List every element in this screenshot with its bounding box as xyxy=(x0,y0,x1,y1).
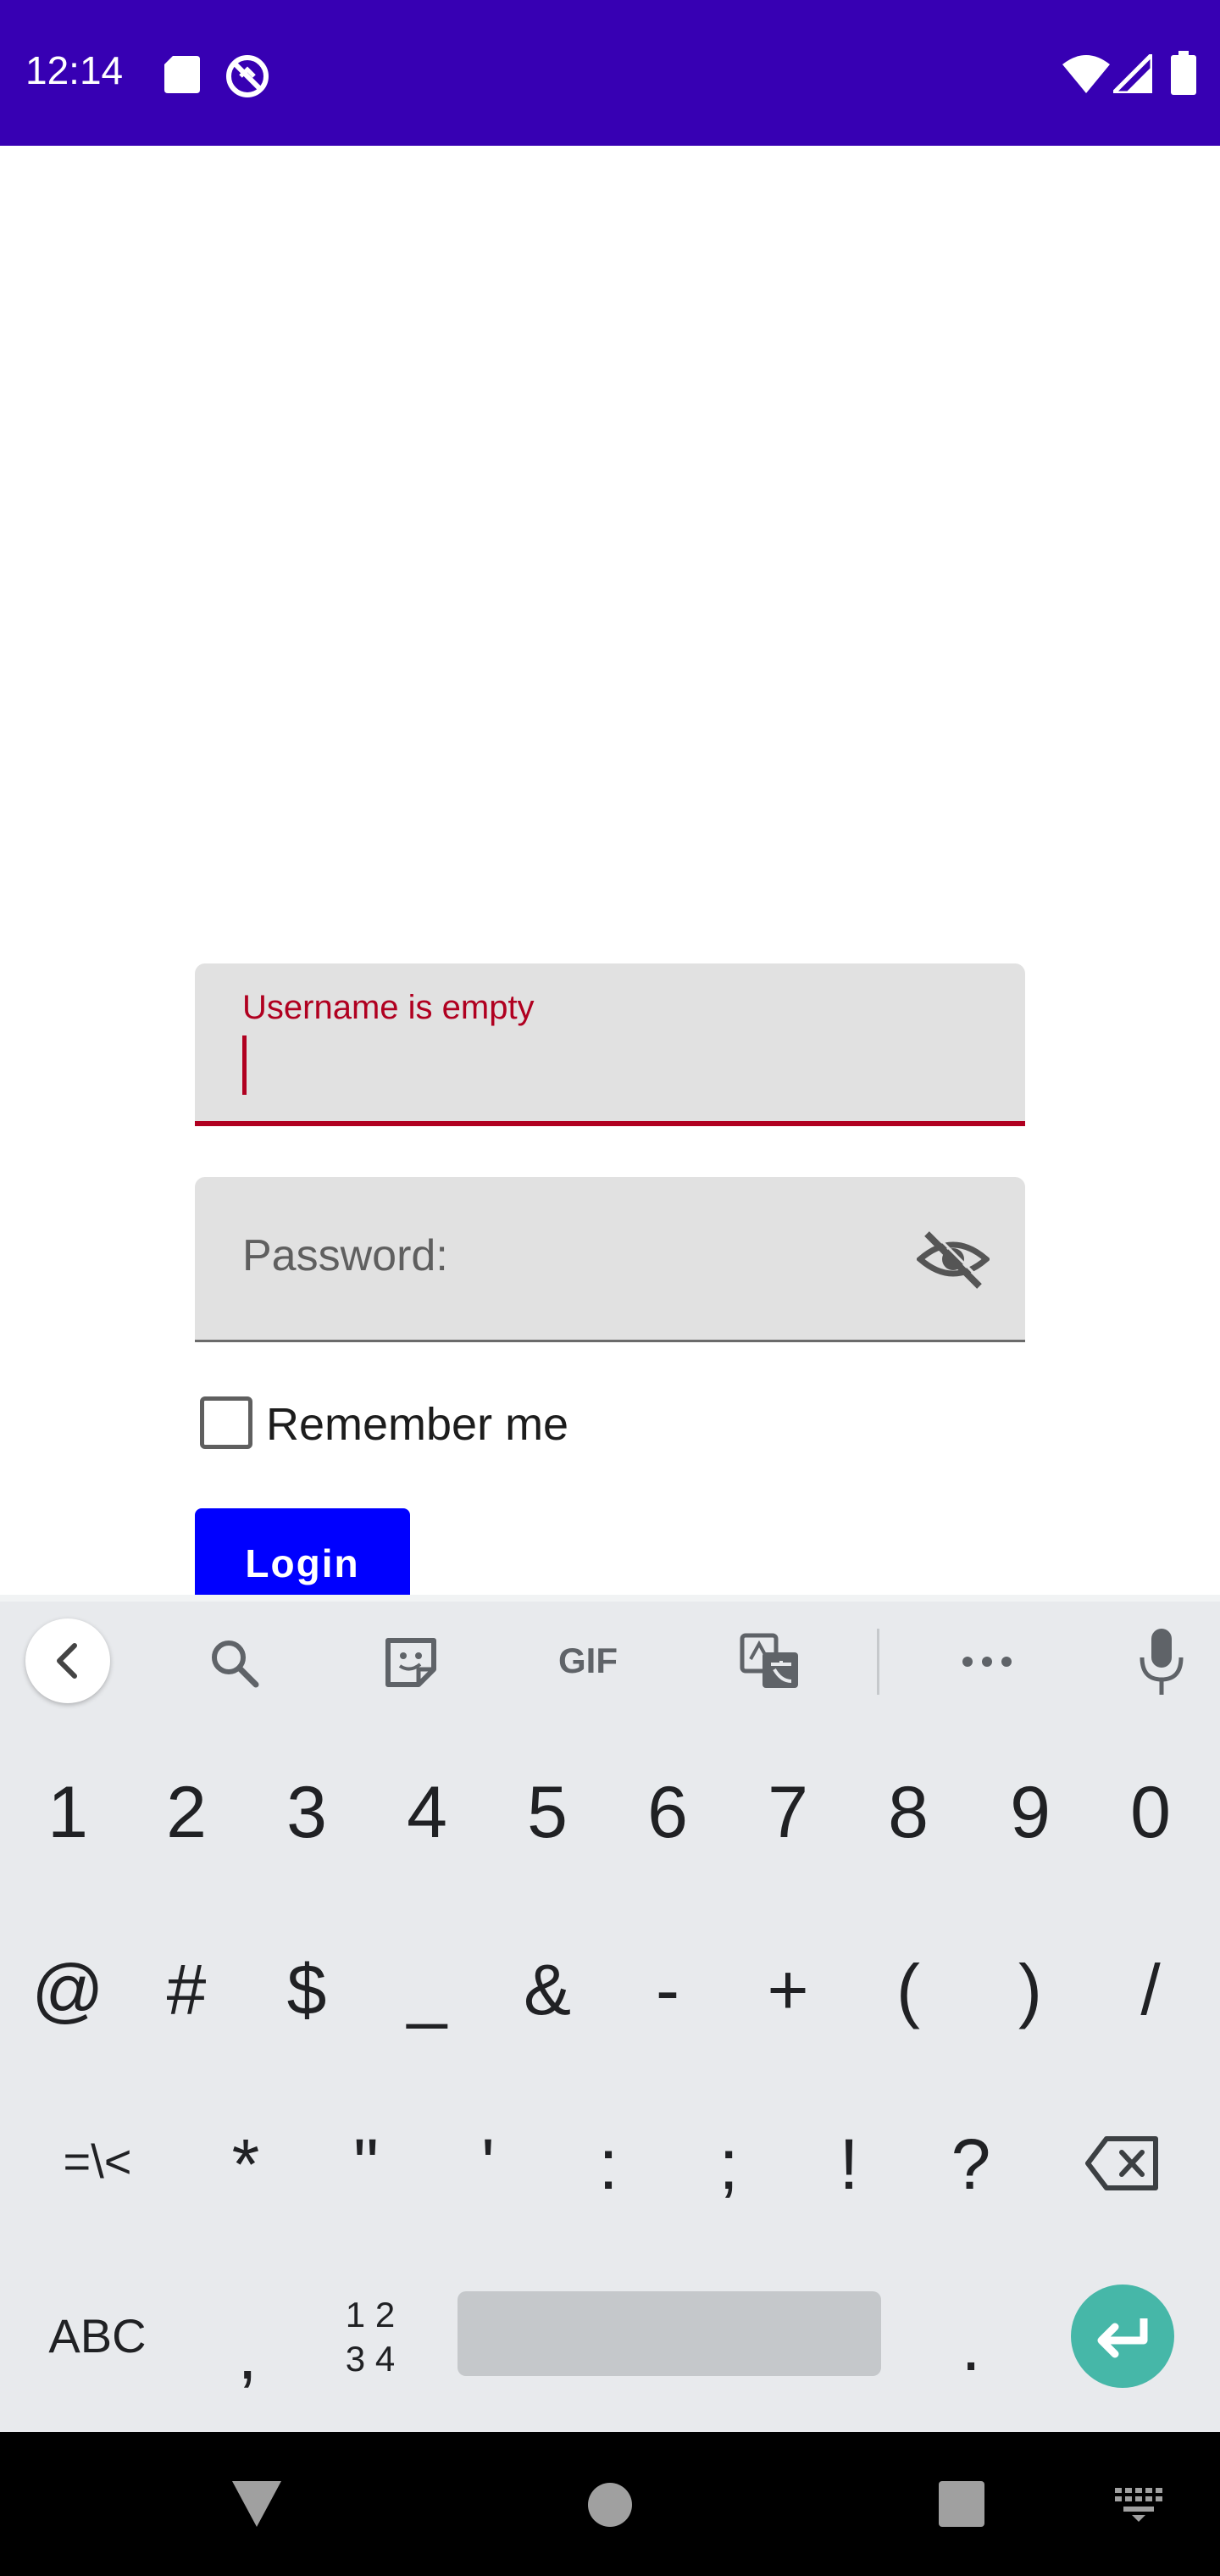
remember-me-checkbox[interactable] xyxy=(200,1396,252,1449)
key-question[interactable]: ? xyxy=(920,2124,1022,2206)
toolbar-divider xyxy=(877,1629,879,1695)
key-numpad[interactable]: 1 2 3 4 xyxy=(332,2293,408,2381)
back-triangle-icon[interactable] xyxy=(230,2478,283,2529)
key-double-quote[interactable]: " xyxy=(315,2124,417,2206)
wifi-icon xyxy=(1062,55,1110,93)
recents-square-icon[interactable] xyxy=(939,2481,984,2527)
search-icon[interactable] xyxy=(205,1635,264,1688)
key-9[interactable]: 9 xyxy=(979,1771,1081,1855)
home-circle-icon[interactable] xyxy=(586,2481,634,2529)
password-underline xyxy=(195,1340,1025,1342)
username-underline xyxy=(195,1121,1025,1126)
enter-key[interactable] xyxy=(1071,2285,1174,2388)
chevron-left-icon xyxy=(57,1643,77,1679)
remember-me-label: Remember me xyxy=(266,1399,569,1450)
key-colon[interactable]: : xyxy=(557,2124,659,2206)
key-6[interactable]: 6 xyxy=(617,1771,718,1855)
key-semicolon[interactable]: ; xyxy=(678,2124,779,2206)
spacebar[interactable] xyxy=(458,2291,881,2376)
keyboard-toolbar-edge xyxy=(0,1595,1220,1602)
backspace-icon[interactable] xyxy=(1084,2135,1161,2191)
key-single-quote[interactable]: ' xyxy=(437,2124,539,2206)
login-button[interactable]: Login xyxy=(195,1508,410,1602)
username-field[interactable] xyxy=(195,963,1025,1126)
status-time: 12:14 xyxy=(25,48,124,92)
key-period[interactable]: . xyxy=(920,2305,1022,2387)
keyboard-switcher-icon[interactable] xyxy=(1115,2488,1162,2522)
key-at[interactable]: @ xyxy=(17,1949,119,2031)
key-4[interactable]: 4 xyxy=(376,1771,478,1855)
cell-signal-icon xyxy=(1113,54,1152,93)
numpad-top-label: 1 2 xyxy=(345,2295,396,2334)
key-open-paren[interactable]: ( xyxy=(857,1949,959,2031)
sd-card-icon xyxy=(164,56,200,93)
key-5[interactable]: 5 xyxy=(496,1771,598,1855)
key-minus[interactable]: - xyxy=(617,1949,718,2031)
key-ampersand[interactable]: & xyxy=(496,1949,598,2031)
key-8[interactable]: 8 xyxy=(857,1771,959,1855)
key-hash[interactable]: # xyxy=(136,1949,237,2031)
numpad-bottom-label: 3 4 xyxy=(345,2339,396,2379)
mic-icon[interactable] xyxy=(1135,1627,1188,1696)
key-2[interactable]: 2 xyxy=(136,1771,237,1855)
key-dollar[interactable]: $ xyxy=(256,1949,358,2031)
key-comma[interactable]: , xyxy=(197,2313,298,2396)
key-1[interactable]: 1 xyxy=(17,1771,119,1855)
visibility-off-icon[interactable] xyxy=(917,1229,990,1290)
text-caret xyxy=(242,1035,247,1095)
key-exclamation[interactable]: ! xyxy=(798,2124,900,2206)
sticker-icon[interactable] xyxy=(381,1635,441,1688)
key-asterisk[interactable]: * xyxy=(195,2124,297,2206)
battery-icon xyxy=(1171,51,1196,95)
password-label: Password: xyxy=(242,1231,448,1280)
key-slash[interactable]: / xyxy=(1100,1949,1201,2031)
keyboard-back-button[interactable] xyxy=(25,1618,110,1703)
key-abc[interactable]: ABC xyxy=(34,2308,161,2363)
key-0[interactable]: 0 xyxy=(1100,1771,1201,1855)
username-error-label: Username is empty xyxy=(242,989,535,1026)
key-7[interactable]: 7 xyxy=(737,1771,839,1855)
gif-button[interactable]: GIF xyxy=(549,1637,627,1685)
return-icon xyxy=(1097,2318,1148,2358)
more-icon[interactable] xyxy=(957,1635,1017,1688)
key-more-symbols[interactable]: =\< xyxy=(42,2134,152,2189)
translate-icon[interactable] xyxy=(739,1632,801,1691)
key-plus[interactable]: + xyxy=(737,1949,839,2031)
key-close-paren[interactable]: ) xyxy=(979,1949,1081,2031)
key-3[interactable]: 3 xyxy=(256,1771,358,1855)
sync-disabled-icon xyxy=(226,55,269,97)
key-underscore[interactable]: _ xyxy=(376,1949,478,2031)
